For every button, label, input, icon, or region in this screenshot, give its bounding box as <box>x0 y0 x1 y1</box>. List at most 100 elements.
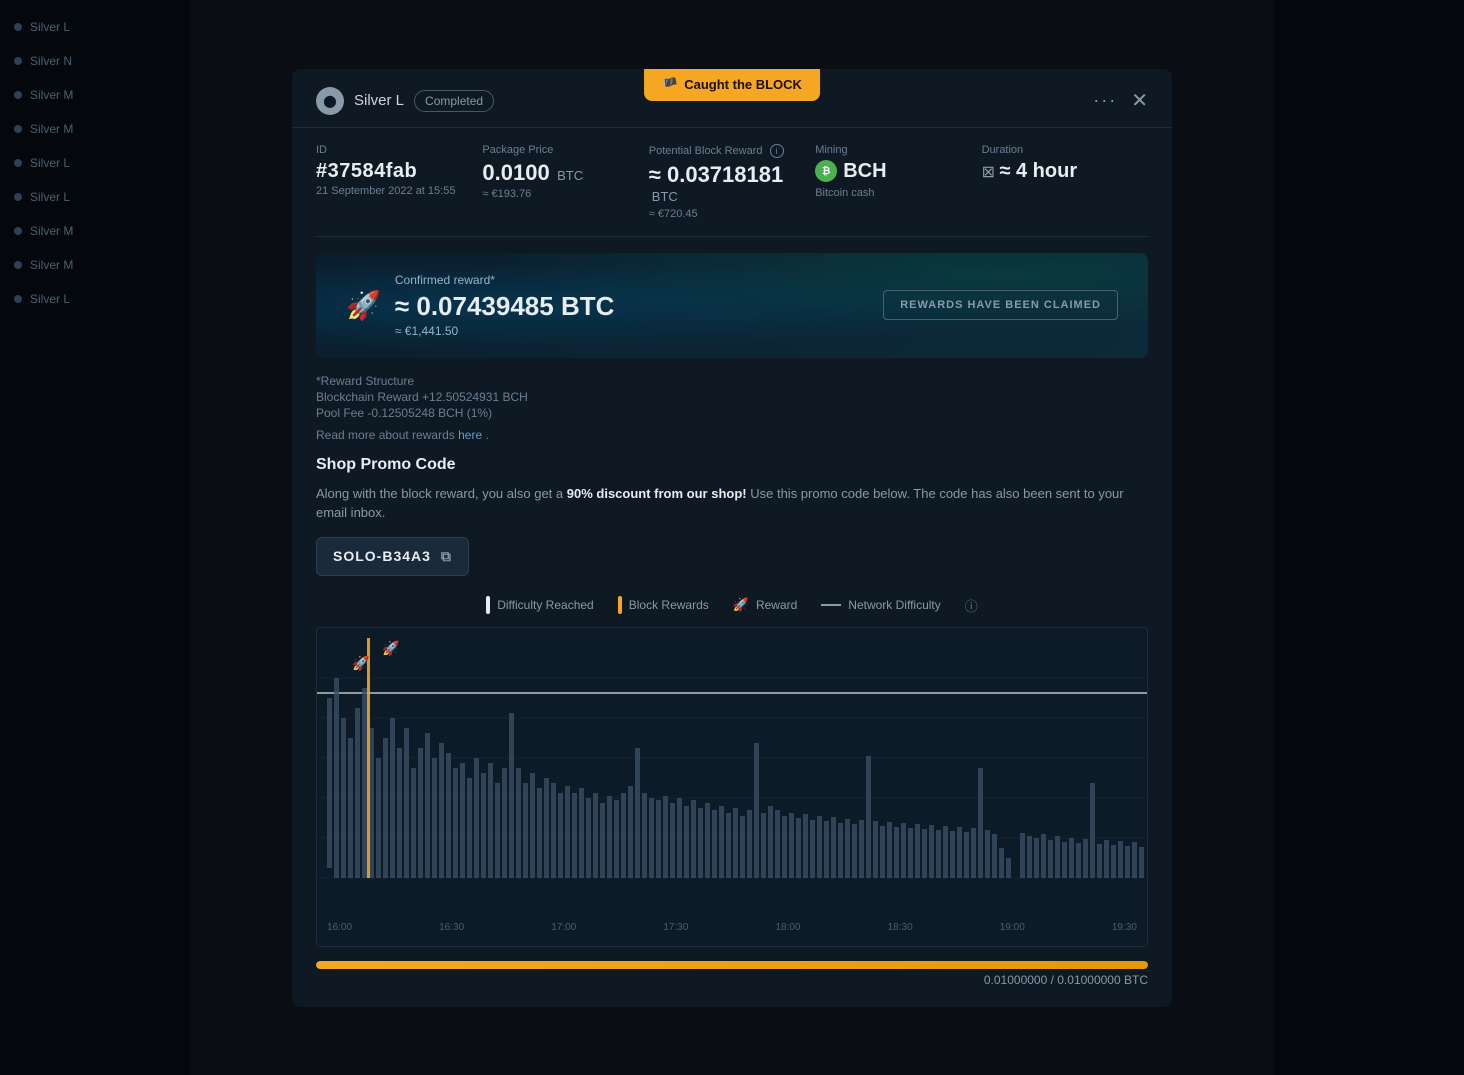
svg-text:🚀: 🚀 <box>382 640 400 657</box>
modal-body: ID #37584fab 21 September 2022 at 15:55 … <box>292 128 1172 987</box>
modal-overlay: 🏴 Caught the BLOCK ⬤ Silver L Completed … <box>0 0 1464 1075</box>
confirmed-label: Confirmed reward* <box>395 273 615 287</box>
time-label-1600: 16:00 <box>327 922 352 933</box>
promo-section: Shop Promo Code Along with the block rew… <box>316 456 1148 596</box>
promo-title: Shop Promo Code <box>316 456 1148 474</box>
legend-info-button[interactable]: ⓘ <box>965 596 978 615</box>
rocket-icon: 🚀 <box>346 289 381 322</box>
difficulty-reached-label: Difficulty Reached <box>497 598 594 612</box>
read-more-text: Read more about rewards <box>316 428 455 442</box>
legend-reward: 🚀 Reward <box>733 597 798 613</box>
package-eur: ≈ €193.76 <box>482 188 648 200</box>
chart-area: 🚀 🚀 <box>317 638 1147 918</box>
sidebar-item[interactable]: Silver L <box>0 282 190 316</box>
progress-bar-fill <box>316 961 1148 969</box>
reward-label-text: Potential Block Reward <box>649 145 763 157</box>
avatar-icon: ⬤ <box>323 94 336 108</box>
username-label: Silver L <box>354 92 404 109</box>
mining-coin: BCH <box>843 160 886 183</box>
time-label-1730: 17:30 <box>663 922 688 933</box>
hourglass-icon: ⊠ <box>982 164 995 181</box>
sidebar-label: Silver L <box>30 292 70 306</box>
sidebar-item[interactable]: Silver N <box>0 44 190 78</box>
network-difficulty-indicator <box>821 604 841 606</box>
time-label-1630: 16:30 <box>439 922 464 933</box>
chart-container: 🚀 🚀 16:00 16:30 17:00 17:30 18:00 18:30 … <box>316 627 1148 947</box>
reward-value-row: ≈ 0.03718181 BTC <box>649 162 815 206</box>
bch-icon: ₿ <box>815 160 837 182</box>
close-button[interactable]: ✕ <box>1131 91 1148 111</box>
progress-bar <box>316 961 1148 969</box>
time-label-1700: 17:00 <box>551 922 576 933</box>
sidebar-label: Silver L <box>30 20 70 34</box>
reward-unit: BTC <box>652 189 678 204</box>
duration-label: Duration <box>982 144 1148 156</box>
read-more-period: . <box>485 428 488 442</box>
sidebar-dot <box>14 125 22 133</box>
read-more-row: Read more about rewards here . <box>316 428 1148 442</box>
progress-label: 0.01000000 / 0.01000000 BTC <box>316 973 1148 987</box>
sidebar-dot <box>14 261 22 269</box>
sidebar-item[interactable]: Silver L <box>0 180 190 214</box>
meta-package: Package Price 0.0100 BTC ≈ €193.76 <box>482 144 648 220</box>
reward-rocket-icon: 🚀 <box>733 597 749 613</box>
time-axis: 16:00 16:30 17:00 17:30 18:00 18:30 19:0… <box>317 918 1147 937</box>
reward-legend-label: Reward <box>756 598 797 612</box>
sidebar-dot <box>14 227 22 235</box>
sidebar-label: Silver N <box>30 54 72 68</box>
avatar: ⬤ <box>316 87 344 115</box>
modal-container: 🏴 Caught the BLOCK ⬤ Silver L Completed … <box>292 69 1172 1007</box>
sidebar-dot <box>14 57 22 65</box>
meta-id: ID #37584fab 21 September 2022 at 15:55 <box>316 144 482 220</box>
sidebar-label: Silver M <box>30 224 73 238</box>
meta-reward: Potential Block Reward i ≈ 0.03718181 BT… <box>649 144 815 220</box>
mining-label: Mining <box>815 144 981 156</box>
sidebar-item[interactable]: Silver M <box>0 214 190 248</box>
reward-value: ≈ 0.03718181 <box>649 162 783 187</box>
sidebar-item[interactable]: Silver M <box>0 112 190 146</box>
blockchain-reward: Blockchain Reward +12.50524931 BCH <box>316 390 1148 404</box>
reward-amount: ≈ 0.07439485 BTC <box>395 291 615 322</box>
read-more-link[interactable]: here <box>458 428 482 442</box>
claimed-button: REWARDS HAVE BEEN CLAIMED <box>883 290 1118 320</box>
reward-eur: ≈ €720.45 <box>649 208 815 220</box>
package-label: Package Price <box>482 144 648 156</box>
caught-banner-text: Caught the BLOCK <box>684 77 802 92</box>
mining-row: ₿ BCH <box>815 160 981 183</box>
sidebar-item[interactable]: Silver M <box>0 248 190 282</box>
duration-value: ≈ 4 hour <box>999 160 1077 182</box>
legend-difficulty-reached: Difficulty Reached <box>486 596 594 614</box>
difficulty-reached-indicator <box>486 596 490 614</box>
reward-label-row: Potential Block Reward i <box>649 144 815 158</box>
reward-info-icon[interactable]: i <box>770 144 784 158</box>
sidebar-label: Silver L <box>30 156 70 170</box>
caught-block-banner: 🏴 Caught the BLOCK <box>644 69 820 101</box>
sidebar-label: Silver M <box>30 122 73 136</box>
package-unit: BTC <box>557 168 583 183</box>
id-label: ID <box>316 144 482 156</box>
reward-eur: ≈ €1,441.50 <box>395 324 615 338</box>
reward-text: Confirmed reward* ≈ 0.07439485 BTC ≈ €1,… <box>395 273 615 338</box>
status-badge: Completed <box>414 90 494 112</box>
sidebar-item[interactable]: Silver L <box>0 146 190 180</box>
block-rewards-indicator <box>618 596 622 614</box>
promo-code-box[interactable]: SOLO-B34A3 ⧉ <box>316 537 469 576</box>
time-label-1830: 18:30 <box>888 922 913 933</box>
promo-description: Along with the block reward, you also ge… <box>316 484 1148 523</box>
sidebar-item[interactable]: Silver L <box>0 10 190 44</box>
sidebar-label: Silver L <box>30 190 70 204</box>
reward-structure: *Reward Structure Blockchain Reward +12.… <box>316 374 1148 442</box>
legend-network-difficulty: Network Difficulty <box>821 598 940 612</box>
sidebar-label: Silver M <box>30 258 73 272</box>
meta-mining: Mining ₿ BCH Bitcoin cash <box>815 144 981 220</box>
flag-icon: 🏴 <box>662 77 678 93</box>
package-value: 0.0100 <box>482 160 549 185</box>
user-info: ⬤ Silver L Completed <box>316 87 494 115</box>
meta-row: ID #37584fab 21 September 2022 at 15:55 … <box>316 128 1148 237</box>
sidebar-item[interactable]: Silver M <box>0 78 190 112</box>
sidebar-dot <box>14 23 22 31</box>
promo-discount: 90% discount from our shop! <box>567 486 747 501</box>
more-options-button[interactable]: ··· <box>1093 90 1117 111</box>
network-difficulty-label: Network Difficulty <box>848 598 940 612</box>
sidebar-dot <box>14 159 22 167</box>
